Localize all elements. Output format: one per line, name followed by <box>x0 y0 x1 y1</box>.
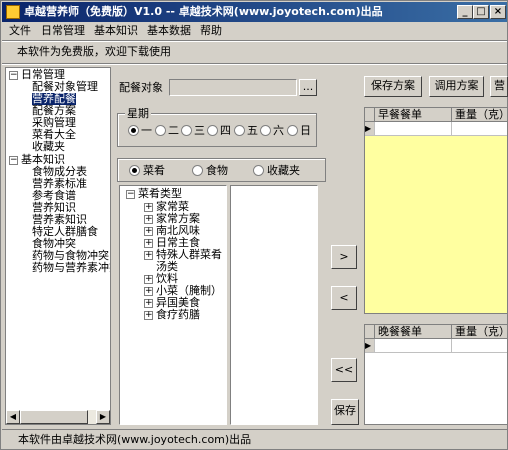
minimize-button[interactable]: _ <box>457 5 473 19</box>
dish-list[interactable] <box>230 185 318 425</box>
expand-icon[interactable]: + <box>144 215 153 224</box>
scroll-thumb[interactable] <box>20 410 88 424</box>
dinner-grid[interactable]: 晚餐餐单 重量（克） ▶ <box>364 324 508 425</box>
collapse-icon[interactable]: − <box>9 156 18 165</box>
day-label: 三 <box>194 124 205 137</box>
nutrition-button[interactable]: 营 <box>490 76 508 97</box>
remove-dish-button[interactable]: < <box>331 286 357 310</box>
expand-icon[interactable]: + <box>144 311 153 320</box>
title-bar[interactable]: 卓越营养师（免费版）V1.0 -- 卓越技术网(www.joyotech.com… <box>2 2 507 22</box>
category-radio-food[interactable] <box>192 165 203 176</box>
status-bar: 本软件由卓越技术网(www.joyotech.com)出品 <box>2 429 507 449</box>
free-version-notice: 本软件为免费版，欢迎下载使用 <box>17 45 171 58</box>
day-radio-wed[interactable] <box>181 125 192 136</box>
day-radio-sun[interactable] <box>287 125 298 136</box>
maximize-button[interactable]: □ <box>473 5 489 19</box>
dinner-col-header[interactable]: 晚餐餐单 <box>375 325 452 339</box>
tree-item-favorites[interactable]: 收藏夹 <box>32 141 65 153</box>
expand-icon[interactable]: + <box>144 251 153 260</box>
day-radio-sat[interactable] <box>260 125 271 136</box>
add-dish-button[interactable]: > <box>331 245 357 269</box>
grid-corner <box>365 325 375 339</box>
divider <box>2 40 507 42</box>
expand-icon[interactable]: + <box>144 239 153 248</box>
menu-help[interactable]: 帮助 <box>197 22 225 40</box>
browse-target-button[interactable]: ... <box>299 79 317 96</box>
window-title: 卓越营养师（免费版）V1.0 -- 卓越技术网(www.joyotech.com… <box>24 5 383 18</box>
breakfast-col-header[interactable]: 早餐餐单 <box>375 108 452 122</box>
dish-tree-root[interactable]: 菜肴类型 <box>138 188 182 200</box>
category-radio-dish[interactable] <box>129 165 140 176</box>
week-label: 星期 <box>125 107 151 120</box>
breakfast-grid[interactable]: 早餐餐单 重量（克） ▶ <box>364 107 508 314</box>
expand-icon[interactable]: + <box>144 227 153 236</box>
row-indicator-icon: ▶ <box>365 122 375 136</box>
weight-cell[interactable] <box>452 339 507 353</box>
target-field[interactable] <box>169 79 297 96</box>
save-button[interactable]: 保存 <box>331 399 359 425</box>
dish-type-tree: − 菜肴类型 + 家常菜 + 家常方案 + 南北风味 + 日常主食 + 特殊人群… <box>119 185 227 425</box>
scroll-right-icon[interactable]: ▶ <box>96 410 110 424</box>
target-label: 配餐对象 <box>119 81 163 94</box>
grid-corner <box>365 108 375 122</box>
category-label: 菜肴 <box>143 164 165 177</box>
remove-all-button[interactable]: << <box>331 358 357 382</box>
expand-icon[interactable]: + <box>144 203 153 212</box>
category-label: 食物 <box>206 164 228 177</box>
day-radio-tue[interactable] <box>155 125 166 136</box>
menu-daily[interactable]: 日常管理 <box>38 22 88 40</box>
close-button[interactable]: × <box>490 5 506 19</box>
day-label: 六 <box>273 124 284 137</box>
expand-icon[interactable]: + <box>144 299 153 308</box>
category-label: 收藏夹 <box>267 164 300 177</box>
status-text: 本软件由卓越技术网(www.joyotech.com)出品 <box>18 433 252 446</box>
day-radio-fri[interactable] <box>234 125 245 136</box>
row-indicator-icon: ▶ <box>365 339 375 353</box>
day-label: 一 <box>141 124 152 137</box>
breakfast-cell[interactable] <box>375 122 452 136</box>
category-radio-favorites[interactable] <box>253 165 264 176</box>
day-radio-thu[interactable] <box>207 125 218 136</box>
nav-tree: − 日常管理 配餐对象管理 营养配餐 配餐方案 采购管理 菜肴大全 收藏夹 − … <box>5 67 111 425</box>
scroll-left-icon[interactable]: ◀ <box>6 410 20 424</box>
day-label: 二 <box>168 124 179 137</box>
load-plan-button[interactable]: 调用方案 <box>429 76 484 97</box>
menu-file[interactable]: 文件 <box>6 22 34 40</box>
dish-type-item[interactable]: 食疗药膳 <box>156 309 200 321</box>
nav-tree-scrollbar[interactable]: ◀ ▶ <box>6 410 110 424</box>
main-window: 卓越营养师（免费版）V1.0 -- 卓越技术网(www.joyotech.com… <box>0 0 508 450</box>
day-label: 五 <box>247 124 258 137</box>
collapse-icon[interactable]: − <box>126 190 135 199</box>
collapse-icon[interactable]: − <box>9 71 18 80</box>
weight-col-header[interactable]: 重量（克） <box>452 108 507 122</box>
menu-knowledge[interactable]: 基本知识 <box>91 22 141 40</box>
menu-data[interactable]: 基本数据 <box>144 22 194 40</box>
save-plan-button[interactable]: 保存方案 <box>364 76 422 97</box>
day-label: 日 <box>300 124 311 137</box>
expand-icon[interactable]: + <box>144 275 153 284</box>
app-icon <box>6 5 20 19</box>
menu-bar: 文件 日常管理 基本知识 基本数据 帮助 <box>2 22 507 40</box>
day-radio-mon[interactable] <box>128 125 139 136</box>
weight-col-header[interactable]: 重量（克） <box>452 325 507 339</box>
expand-icon[interactable]: + <box>144 287 153 296</box>
tree-item-drug-nutrient[interactable]: 药物与营养素冲突 <box>32 262 110 274</box>
divider <box>2 63 507 65</box>
dinner-cell[interactable] <box>375 339 452 353</box>
weight-cell[interactable] <box>452 122 507 136</box>
day-label: 四 <box>220 124 231 137</box>
